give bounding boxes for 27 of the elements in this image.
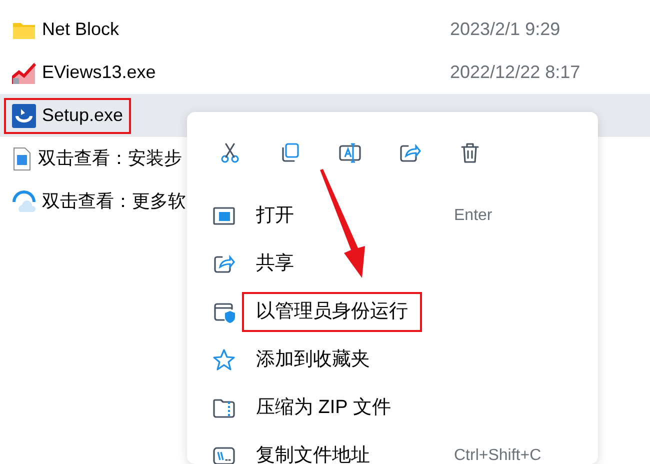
zip-folder-icon — [212, 396, 236, 420]
path-icon — [212, 444, 236, 464]
menu-item[interactable]: 打开 — [242, 196, 308, 236]
menu-item[interactable]: 共享 — [242, 244, 308, 284]
shortcut-text: Enter — [454, 206, 494, 226]
share-icon — [398, 141, 422, 165]
date-text: 2022/12/22 8:17 — [450, 61, 580, 84]
cloud-icon — [12, 190, 36, 214]
shield-window-icon — [212, 300, 236, 324]
image-file-icon — [12, 146, 32, 170]
menu-item[interactable]: 复制文件地址 — [242, 436, 384, 464]
chart-icon — [12, 60, 36, 84]
menu-item[interactable]: 压缩为 ZIP 文件 — [242, 388, 405, 428]
file-name[interactable]: Net Block — [42, 16, 120, 43]
share-icon — [212, 252, 236, 276]
file-name[interactable]: EViews13.exe — [42, 59, 156, 86]
star-icon — [212, 348, 236, 372]
date-text: 2023/2/1 9:29 — [450, 18, 562, 41]
file-name[interactable]: Setup.exe — [42, 102, 124, 129]
file-name[interactable]: 双击查看：更多软 — [42, 188, 186, 215]
menu-item[interactable]: 添加到收藏夹 — [242, 340, 384, 380]
menu-item[interactable]: 以管理员身份运行 — [242, 292, 422, 332]
window-icon — [212, 204, 236, 228]
shortcut-text: Ctrl+Shift+C — [454, 446, 542, 464]
file-name[interactable]: 双击查看：安装步 — [38, 145, 182, 172]
installer-icon — [12, 104, 36, 128]
rename-icon — [338, 141, 362, 165]
